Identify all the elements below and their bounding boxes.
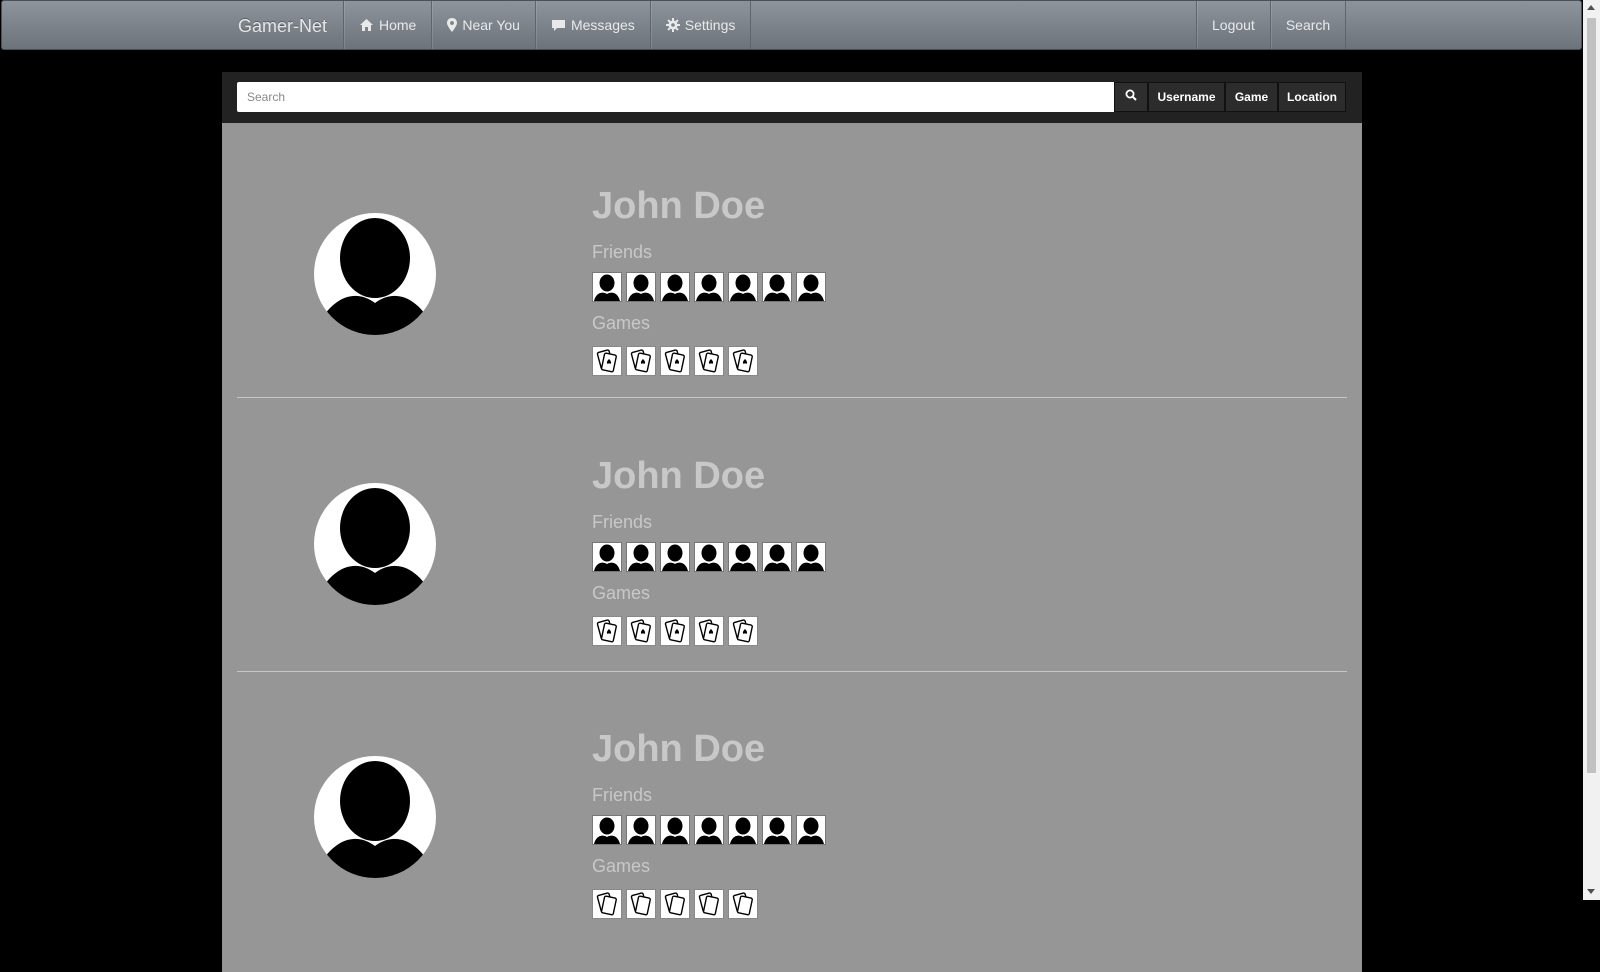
nav-right: Logout Search — [1196, 1, 1347, 49]
playing-cards-icon[interactable] — [728, 616, 758, 646]
playing-cards-icon[interactable] — [660, 616, 690, 646]
friend-avatar-icon[interactable] — [796, 272, 826, 302]
vertical-scrollbar[interactable] — [1583, 0, 1600, 900]
playing-cards-icon[interactable] — [592, 616, 622, 646]
games-list — [592, 889, 826, 919]
friends-list — [592, 815, 826, 845]
friends-list — [592, 542, 826, 572]
result-item[interactable]: John Doe Friends Games — [237, 672, 1347, 945]
scroll-up-arrow-icon[interactable] — [1587, 5, 1595, 10]
games-list — [592, 346, 826, 376]
friend-avatar-icon[interactable] — [626, 542, 656, 572]
result-item[interactable]: John Doe Friends Games — [237, 398, 1347, 672]
friends-list — [592, 272, 826, 302]
friend-avatar-icon[interactable] — [694, 542, 724, 572]
playing-cards-icon[interactable] — [626, 346, 656, 376]
friend-avatar-icon[interactable] — [762, 542, 792, 572]
user-info: John Doe Friends Games — [592, 454, 826, 646]
search-button[interactable] — [1114, 82, 1148, 112]
comment-icon — [551, 19, 566, 32]
friend-avatar-icon[interactable] — [626, 815, 656, 845]
friend-avatar-icon[interactable] — [762, 272, 792, 302]
user-name[interactable]: John Doe — [592, 727, 826, 771]
scroll-down-arrow-icon[interactable] — [1587, 889, 1595, 894]
friends-label: Friends — [592, 242, 653, 262]
result-item[interactable]: John Doe Friends Games — [237, 124, 1347, 398]
search-input[interactable] — [237, 82, 1114, 112]
friend-avatar-icon[interactable] — [728, 815, 758, 845]
friend-avatar-icon[interactable] — [796, 815, 826, 845]
avatar[interactable] — [314, 213, 436, 335]
playing-cards-icon[interactable] — [694, 346, 724, 376]
nav-near-you-label: Near You — [462, 17, 520, 33]
playing-cards-icon[interactable] — [694, 616, 724, 646]
filter-location-button[interactable]: Location — [1278, 82, 1346, 112]
nav-settings[interactable]: Settings — [649, 1, 752, 49]
nav-logout-label: Logout — [1212, 17, 1255, 33]
nav-home[interactable]: Home — [343, 1, 431, 49]
games-label: Games — [592, 856, 651, 876]
games-list — [592, 616, 826, 646]
user-name[interactable]: John Doe — [592, 184, 826, 228]
nav-near-you[interactable]: Near You — [431, 1, 535, 49]
friend-avatar-icon[interactable] — [694, 272, 724, 302]
nav-messages-label: Messages — [570, 17, 635, 33]
nav-settings-label: Settings — [684, 17, 736, 33]
brand-logo[interactable]: Gamer-Net — [238, 1, 327, 51]
nav-left: Home Near You Messages Settings — [343, 1, 752, 49]
games-label: Games — [592, 313, 651, 333]
search-icon — [1125, 88, 1137, 106]
filter-username-button[interactable]: Username — [1148, 82, 1225, 112]
top-navbar: Gamer-Net Home Near You Messages Setting… — [1, 0, 1582, 50]
map-marker-icon — [447, 18, 458, 32]
playing-cards-icon[interactable] — [626, 616, 656, 646]
avatar[interactable] — [314, 483, 436, 605]
friend-avatar-icon[interactable] — [796, 542, 826, 572]
scrollbar-thumb[interactable] — [1587, 18, 1596, 773]
results-list: John Doe Friends Games John Doe Friends … — [237, 124, 1347, 945]
nav-logout[interactable]: Logout — [1196, 1, 1270, 49]
nav-search-label: Search — [1285, 17, 1331, 33]
nav-search[interactable]: Search — [1269, 1, 1347, 49]
user-name[interactable]: John Doe — [592, 454, 826, 498]
playing-cards-icon[interactable] — [660, 889, 690, 919]
friend-avatar-icon[interactable] — [592, 542, 622, 572]
playing-cards-icon[interactable] — [728, 889, 758, 919]
user-info: John Doe Friends Games — [592, 727, 826, 919]
friends-label: Friends — [592, 785, 653, 805]
friend-avatar-icon[interactable] — [660, 815, 690, 845]
nav-home-label: Home — [379, 17, 417, 33]
user-info: John Doe Friends Games — [592, 184, 826, 376]
friend-avatar-icon[interactable] — [728, 542, 758, 572]
playing-cards-icon[interactable] — [592, 889, 622, 919]
friend-avatar-icon[interactable] — [592, 815, 622, 845]
friend-avatar-icon[interactable] — [592, 272, 622, 302]
playing-cards-icon[interactable] — [694, 889, 724, 919]
home-icon — [359, 18, 374, 32]
friend-avatar-icon[interactable] — [626, 272, 656, 302]
playing-cards-icon[interactable] — [592, 346, 622, 376]
playing-cards-icon[interactable] — [626, 889, 656, 919]
search-bar: Username Game Location — [222, 72, 1362, 123]
playing-cards-icon[interactable] — [660, 346, 690, 376]
search-results-panel: Username Game Location John Doe Friends — [222, 72, 1362, 972]
nav-messages[interactable]: Messages — [534, 1, 650, 49]
friend-avatar-icon[interactable] — [728, 272, 758, 302]
friend-avatar-icon[interactable] — [694, 815, 724, 845]
friend-avatar-icon[interactable] — [762, 815, 792, 845]
gear-icon — [665, 18, 680, 32]
games-label: Games — [592, 583, 651, 603]
playing-cards-icon[interactable] — [728, 346, 758, 376]
friend-avatar-icon[interactable] — [660, 272, 690, 302]
avatar[interactable] — [314, 756, 436, 878]
friends-label: Friends — [592, 512, 653, 532]
filter-game-button[interactable]: Game — [1225, 82, 1278, 112]
friend-avatar-icon[interactable] — [660, 542, 690, 572]
